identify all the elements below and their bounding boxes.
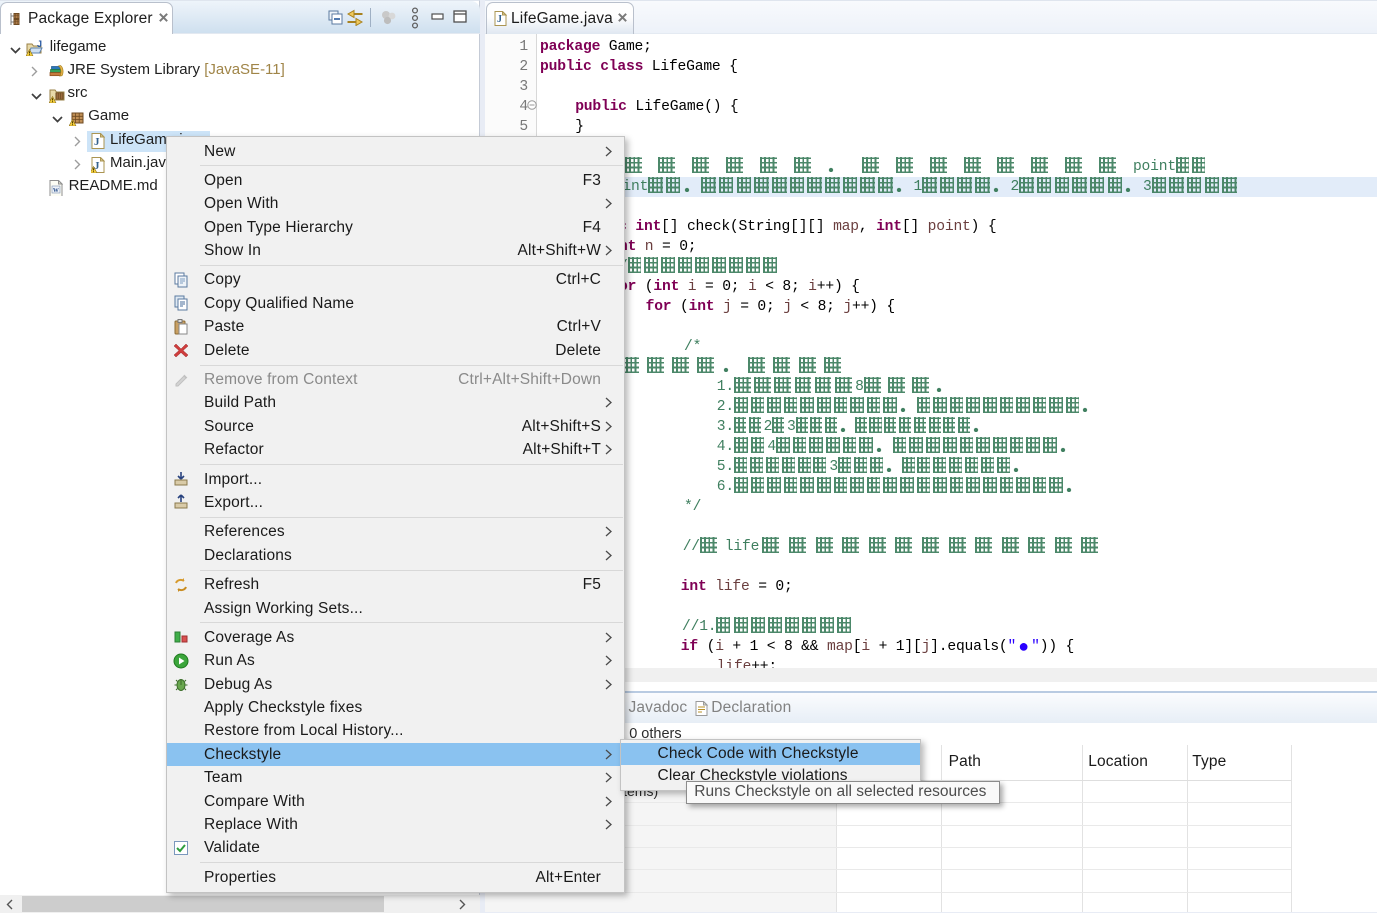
svg-text:J: J — [94, 136, 100, 148]
svg-text:J: J — [37, 40, 42, 49]
svg-text:w: w — [53, 185, 59, 194]
svg-text:J: J — [497, 14, 502, 25]
